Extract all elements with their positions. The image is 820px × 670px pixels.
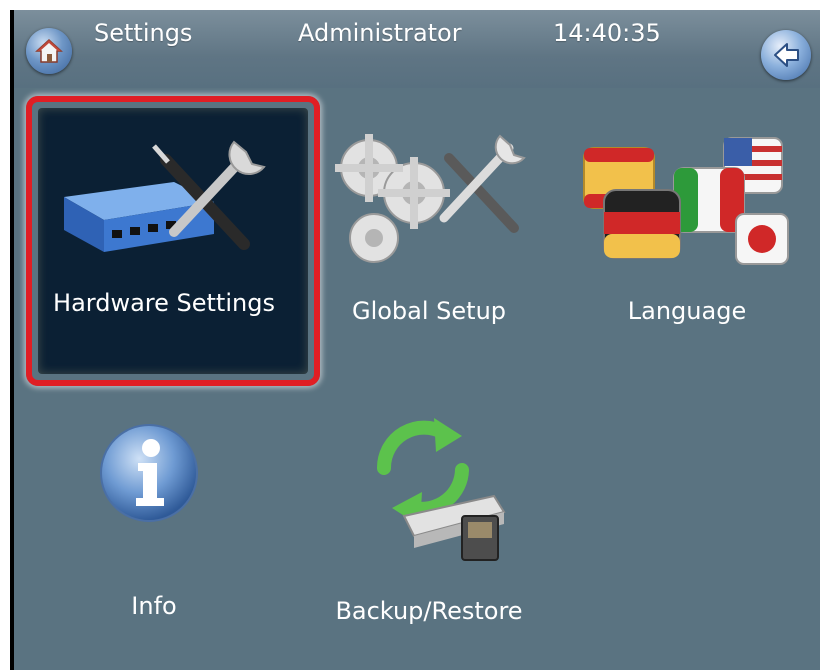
settings-screen: Settings Administrator 14:40:35 Hardware… bbox=[10, 10, 820, 670]
top-bar: Settings Administrator 14:40:35 bbox=[14, 10, 820, 88]
settings-grid: Hardware Settings Global Setup Language … bbox=[14, 88, 820, 670]
screen-title: Settings bbox=[94, 19, 193, 47]
tile-hardware-settings[interactable]: Hardware Settings bbox=[14, 88, 320, 386]
tile-label: Hardware Settings bbox=[53, 289, 275, 317]
tile-language[interactable]: Language bbox=[554, 88, 820, 378]
tile-label: Global Setup bbox=[351, 297, 507, 325]
tile-backup-restore[interactable]: Backup/Restore bbox=[314, 388, 544, 638]
home-icon bbox=[35, 38, 63, 63]
tile-global-setup[interactable]: Global Setup bbox=[314, 88, 544, 378]
info-icon bbox=[100, 424, 198, 522]
backup-restore-icon bbox=[376, 418, 506, 561]
network-switch-tools-icon bbox=[64, 140, 266, 252]
home-button[interactable] bbox=[26, 28, 72, 74]
tile-label: Language bbox=[627, 297, 747, 325]
clock: 14:40:35 bbox=[553, 19, 661, 47]
back-button[interactable] bbox=[761, 30, 811, 80]
tile-info[interactable]: Info bbox=[54, 388, 254, 638]
gears-tools-icon bbox=[335, 134, 526, 263]
user-name: Administrator bbox=[298, 19, 462, 47]
back-arrow-icon bbox=[774, 43, 799, 67]
flags-icon bbox=[583, 137, 789, 265]
tile-label: Backup/Restore bbox=[335, 597, 523, 625]
tile-label: Info bbox=[131, 592, 177, 620]
